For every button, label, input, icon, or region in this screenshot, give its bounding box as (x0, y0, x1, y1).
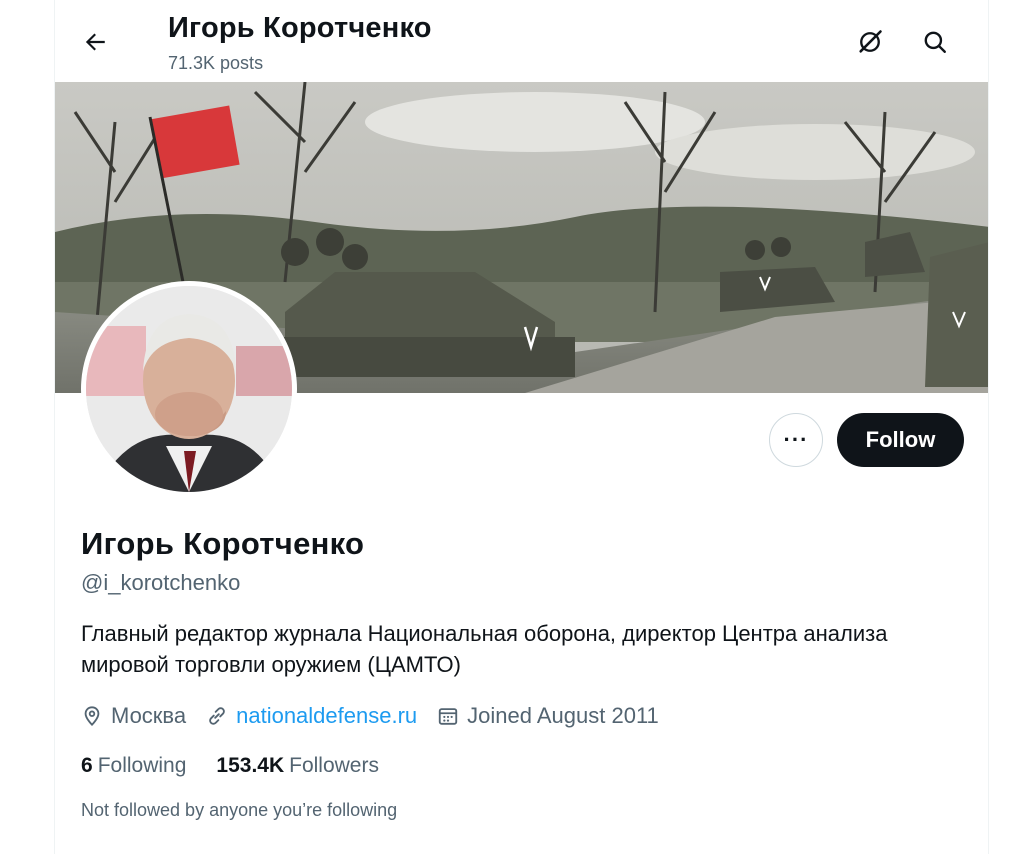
joined-text: Joined August 2011 (467, 703, 659, 728)
search-button[interactable] (915, 22, 955, 62)
location-icon (84, 706, 100, 727)
display-name: Игорь Коротченко (81, 526, 365, 561)
following-count: 6 (81, 754, 93, 777)
header-post-count: 71.3K posts (168, 53, 264, 73)
more-options-button[interactable]: ··· (769, 413, 823, 467)
follow-stats: 6 Following 153.4K Followers (81, 754, 409, 778)
joined-item: Joined August 2011 (437, 703, 659, 729)
header-name: Игорь Коротченко (168, 12, 432, 44)
link-icon (209, 707, 225, 725)
profile-header-bar: Игорь Коротченко 71.3K posts (55, 0, 988, 82)
profile-avatar[interactable] (81, 281, 297, 497)
grok-icon (859, 30, 882, 53)
search-icon (924, 31, 946, 53)
follow-button[interactable]: Follow (837, 413, 964, 467)
website-link[interactable]: nationaldefense.ru (236, 703, 417, 729)
location-text: Москва (111, 703, 187, 728)
profile-bio: Главный редактор журнала Национальная об… (81, 621, 888, 677)
back-arrow-icon (85, 33, 105, 51)
profile-column: Игорь Коротченко 71.3K posts ··· Follow … (54, 0, 989, 854)
back-button[interactable] (75, 22, 115, 62)
grok-button[interactable] (850, 22, 890, 62)
calendar-icon (438, 708, 458, 725)
followers-label: Followers (289, 754, 379, 777)
website-item[interactable]: nationaldefense.ru (206, 703, 417, 729)
profile-meta: Москва nationaldefense.ru Joined August … (81, 701, 679, 731)
following-link[interactable]: 6 Following (81, 754, 186, 778)
following-label: Following (97, 754, 187, 777)
location-item: Москва (81, 703, 186, 729)
followers-link[interactable]: 153.4K Followers (216, 754, 379, 778)
user-handle: @i_korotchenko (81, 570, 241, 595)
followers-count: 153.4K (216, 754, 285, 777)
followed-by-note: Not followed by anyone you’re following (81, 800, 398, 820)
